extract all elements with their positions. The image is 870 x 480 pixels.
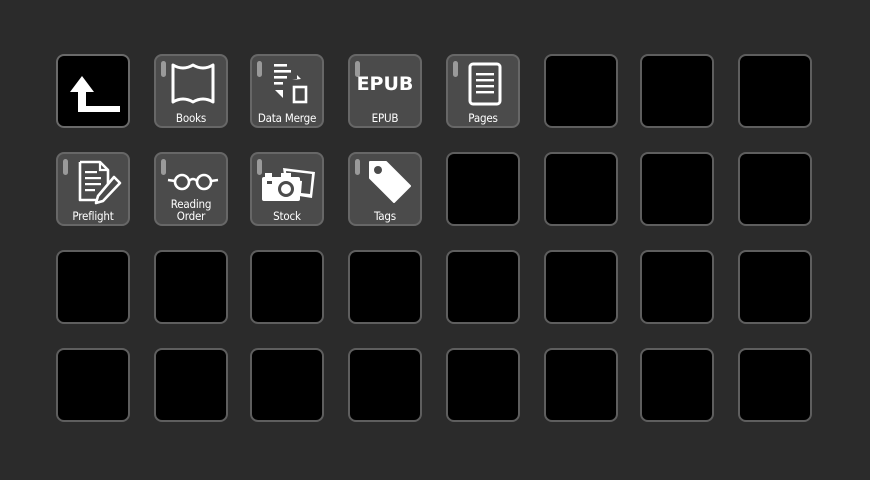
key-label: Books [175, 111, 207, 125]
books-key[interactable]: Books [154, 54, 228, 128]
empty-key[interactable] [738, 250, 812, 324]
empty-key[interactable] [544, 348, 618, 422]
empty-key[interactable] [250, 348, 324, 422]
empty-key[interactable] [250, 250, 324, 324]
empty-key[interactable] [544, 54, 618, 128]
key-label: Stock [273, 209, 301, 223]
empty-key[interactable] [348, 250, 422, 324]
data-merge-key[interactable]: Data Merge [250, 54, 324, 128]
empty-key[interactable] [56, 250, 130, 324]
empty-key[interactable] [640, 152, 714, 226]
empty-key[interactable] [544, 152, 618, 226]
empty-key[interactable] [348, 348, 422, 422]
pages-key[interactable]: Pages [446, 54, 520, 128]
key-label: Data Merge [257, 111, 317, 125]
empty-key[interactable] [544, 250, 618, 324]
key-label: Reading Order [170, 197, 212, 223]
empty-key[interactable] [154, 250, 228, 324]
empty-key[interactable] [446, 250, 520, 324]
empty-key[interactable] [640, 54, 714, 128]
key-label: Pages [468, 111, 498, 125]
key-label: Preflight [72, 209, 114, 223]
back-key[interactable] [56, 54, 130, 128]
empty-key[interactable] [56, 348, 130, 422]
key-label: Tags [374, 209, 396, 223]
empty-key[interactable] [738, 348, 812, 422]
empty-key[interactable] [154, 348, 228, 422]
tags-key[interactable]: Tags [348, 152, 422, 226]
key-grid: Books Data Merge EPUB EPUB Pages Preflig… [0, 0, 870, 480]
empty-key[interactable] [446, 348, 520, 422]
empty-key[interactable] [738, 152, 812, 226]
key-label: EPUB [371, 111, 399, 125]
empty-key[interactable] [640, 348, 714, 422]
reading-order-key[interactable]: Reading Order [154, 152, 228, 226]
epub-icon-text: EPUB [356, 73, 414, 95]
epub-key[interactable]: EPUB EPUB [348, 54, 422, 128]
preflight-key[interactable]: Preflight [56, 152, 130, 226]
empty-key[interactable] [446, 152, 520, 226]
empty-key[interactable] [738, 54, 812, 128]
back-arrow-icon [70, 76, 120, 112]
empty-key[interactable] [640, 250, 714, 324]
stock-key[interactable]: Stock [250, 152, 324, 226]
